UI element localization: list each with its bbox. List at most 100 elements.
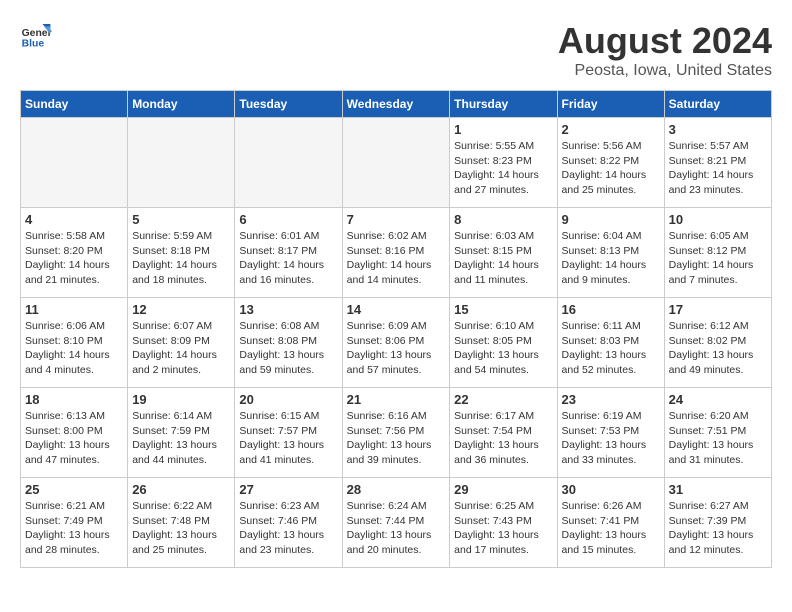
day-cell: 27 Sunrise: 6:23 AMSunset: 7:46 PMDayligh… xyxy=(235,478,342,568)
day-number: 28 xyxy=(347,482,446,497)
day-cell: 4 Sunrise: 5:58 AMSunset: 8:20 PMDaylight… xyxy=(21,208,128,298)
svg-text:Blue: Blue xyxy=(22,38,45,49)
day-info: Sunrise: 6:11 AMSunset: 8:03 PMDaylight:… xyxy=(562,319,660,378)
day-cell xyxy=(235,118,342,208)
day-cell: 30 Sunrise: 6:26 AMSunset: 7:41 PMDayligh… xyxy=(557,478,664,568)
day-info: Sunrise: 5:56 AMSunset: 8:22 PMDaylight:… xyxy=(562,139,660,198)
day-number: 1 xyxy=(454,122,552,137)
day-cell: 1 Sunrise: 5:55 AMSunset: 8:23 PMDaylight… xyxy=(450,118,557,208)
day-info: Sunrise: 6:13 AMSunset: 8:00 PMDaylight:… xyxy=(25,409,123,468)
week-row-5: 25 Sunrise: 6:21 AMSunset: 7:49 PMDayligh… xyxy=(21,478,772,568)
day-cell: 18 Sunrise: 6:13 AMSunset: 8:00 PMDayligh… xyxy=(21,388,128,478)
day-info: Sunrise: 6:06 AMSunset: 8:10 PMDaylight:… xyxy=(25,319,123,378)
week-row-4: 18 Sunrise: 6:13 AMSunset: 8:00 PMDayligh… xyxy=(21,388,772,478)
day-info: Sunrise: 6:24 AMSunset: 7:44 PMDaylight:… xyxy=(347,499,446,558)
day-number: 15 xyxy=(454,302,552,317)
day-cell: 22 Sunrise: 6:17 AMSunset: 7:54 PMDayligh… xyxy=(450,388,557,478)
day-info: Sunrise: 5:58 AMSunset: 8:20 PMDaylight:… xyxy=(25,229,123,288)
weekday-header-wednesday: Wednesday xyxy=(342,91,450,118)
weekday-header-friday: Friday xyxy=(557,91,664,118)
weekday-header-tuesday: Tuesday xyxy=(235,91,342,118)
logo-icon: General Blue xyxy=(20,20,52,52)
day-info: Sunrise: 6:22 AMSunset: 7:48 PMDaylight:… xyxy=(132,499,230,558)
day-number: 31 xyxy=(669,482,767,497)
day-info: Sunrise: 6:27 AMSunset: 7:39 PMDaylight:… xyxy=(669,499,767,558)
day-cell: 12 Sunrise: 6:07 AMSunset: 8:09 PMDayligh… xyxy=(128,298,235,388)
page-header: General Blue August 2024 Peosta, Iowa, U… xyxy=(20,20,772,80)
day-info: Sunrise: 6:21 AMSunset: 7:49 PMDaylight:… xyxy=(25,499,123,558)
day-cell: 8 Sunrise: 6:03 AMSunset: 8:15 PMDaylight… xyxy=(450,208,557,298)
day-info: Sunrise: 6:02 AMSunset: 8:16 PMDaylight:… xyxy=(347,229,446,288)
day-number: 12 xyxy=(132,302,230,317)
month-year-title: August 2024 xyxy=(558,20,772,62)
day-number: 30 xyxy=(562,482,660,497)
day-cell: 15 Sunrise: 6:10 AMSunset: 8:05 PMDayligh… xyxy=(450,298,557,388)
weekday-header-thursday: Thursday xyxy=(450,91,557,118)
day-info: Sunrise: 6:04 AMSunset: 8:13 PMDaylight:… xyxy=(562,229,660,288)
day-cell: 28 Sunrise: 6:24 AMSunset: 7:44 PMDayligh… xyxy=(342,478,450,568)
day-number: 16 xyxy=(562,302,660,317)
day-number: 24 xyxy=(669,392,767,407)
day-info: Sunrise: 6:16 AMSunset: 7:56 PMDaylight:… xyxy=(347,409,446,468)
day-number: 8 xyxy=(454,212,552,227)
weekday-header-saturday: Saturday xyxy=(664,91,771,118)
day-info: Sunrise: 6:05 AMSunset: 8:12 PMDaylight:… xyxy=(669,229,767,288)
weekday-header-sunday: Sunday xyxy=(21,91,128,118)
weekday-header-monday: Monday xyxy=(128,91,235,118)
day-number: 25 xyxy=(25,482,123,497)
day-number: 20 xyxy=(239,392,337,407)
day-info: Sunrise: 6:07 AMSunset: 8:09 PMDaylight:… xyxy=(132,319,230,378)
day-number: 5 xyxy=(132,212,230,227)
day-number: 23 xyxy=(562,392,660,407)
day-cell: 17 Sunrise: 6:12 AMSunset: 8:02 PMDayligh… xyxy=(664,298,771,388)
day-cell: 24Sunrise: 6:20 AMSunset: 7:51 PMDayligh… xyxy=(664,388,771,478)
day-cell: 20 Sunrise: 6:15 AMSunset: 7:57 PMDayligh… xyxy=(235,388,342,478)
day-info: Sunrise: 6:23 AMSunset: 7:46 PMDaylight:… xyxy=(239,499,337,558)
day-info: Sunrise: 6:17 AMSunset: 7:54 PMDaylight:… xyxy=(454,409,552,468)
day-info: Sunrise: 6:01 AMSunset: 8:17 PMDaylight:… xyxy=(239,229,337,288)
day-info: Sunrise: 6:12 AMSunset: 8:02 PMDaylight:… xyxy=(669,319,767,378)
day-cell: 29Sunrise: 6:25 AMSunset: 7:43 PMDayligh… xyxy=(450,478,557,568)
day-cell: 7 Sunrise: 6:02 AMSunset: 8:16 PMDaylight… xyxy=(342,208,450,298)
day-cell: 26 Sunrise: 6:22 AMSunset: 7:48 PMDayligh… xyxy=(128,478,235,568)
day-cell: 2 Sunrise: 5:56 AMSunset: 8:22 PMDaylight… xyxy=(557,118,664,208)
day-number: 2 xyxy=(562,122,660,137)
logo: General Blue xyxy=(20,20,52,52)
day-number: 14 xyxy=(347,302,446,317)
calendar-table: SundayMondayTuesdayWednesdayThursdayFrid… xyxy=(20,90,772,568)
day-cell: 19Sunrise: 6:14 AMSunset: 7:59 PMDayligh… xyxy=(128,388,235,478)
day-info: Sunrise: 5:59 AMSunset: 8:18 PMDaylight:… xyxy=(132,229,230,288)
day-info: Sunrise: 6:08 AMSunset: 8:08 PMDaylight:… xyxy=(239,319,337,378)
day-number: 10 xyxy=(669,212,767,227)
day-number: 18 xyxy=(25,392,123,407)
day-cell: 21Sunrise: 6:16 AMSunset: 7:56 PMDayligh… xyxy=(342,388,450,478)
day-number: 27 xyxy=(239,482,337,497)
day-cell xyxy=(342,118,450,208)
day-info: Sunrise: 6:19 AMSunset: 7:53 PMDaylight:… xyxy=(562,409,660,468)
day-info: Sunrise: 6:15 AMSunset: 7:57 PMDaylight:… xyxy=(239,409,337,468)
day-info: Sunrise: 5:55 AMSunset: 8:23 PMDaylight:… xyxy=(454,139,552,198)
day-info: Sunrise: 6:10 AMSunset: 8:05 PMDaylight:… xyxy=(454,319,552,378)
day-number: 4 xyxy=(25,212,123,227)
day-number: 7 xyxy=(347,212,446,227)
location-subtitle: Peosta, Iowa, United States xyxy=(558,62,772,80)
day-number: 6 xyxy=(239,212,337,227)
day-info: Sunrise: 6:03 AMSunset: 8:15 PMDaylight:… xyxy=(454,229,552,288)
day-cell: 11Sunrise: 6:06 AMSunset: 8:10 PMDayligh… xyxy=(21,298,128,388)
day-cell: 9 Sunrise: 6:04 AMSunset: 8:13 PMDaylight… xyxy=(557,208,664,298)
day-number: 26 xyxy=(132,482,230,497)
day-number: 17 xyxy=(669,302,767,317)
day-number: 9 xyxy=(562,212,660,227)
day-cell: 31 Sunrise: 6:27 AMSunset: 7:39 PMDayligh… xyxy=(664,478,771,568)
day-cell: 10 Sunrise: 6:05 AMSunset: 8:12 PMDayligh… xyxy=(664,208,771,298)
week-row-1: 1 Sunrise: 5:55 AMSunset: 8:23 PMDaylight… xyxy=(21,118,772,208)
day-number: 22 xyxy=(454,392,552,407)
day-cell: 23 Sunrise: 6:19 AMSunset: 7:53 PMDayligh… xyxy=(557,388,664,478)
week-row-2: 4 Sunrise: 5:58 AMSunset: 8:20 PMDaylight… xyxy=(21,208,772,298)
day-number: 29 xyxy=(454,482,552,497)
day-cell: 3Sunrise: 5:57 AMSunset: 8:21 PMDaylight… xyxy=(664,118,771,208)
day-number: 13 xyxy=(239,302,337,317)
day-cell xyxy=(21,118,128,208)
day-info: Sunrise: 5:57 AMSunset: 8:21 PMDaylight:… xyxy=(669,139,767,198)
day-info: Sunrise: 6:26 AMSunset: 7:41 PMDaylight:… xyxy=(562,499,660,558)
